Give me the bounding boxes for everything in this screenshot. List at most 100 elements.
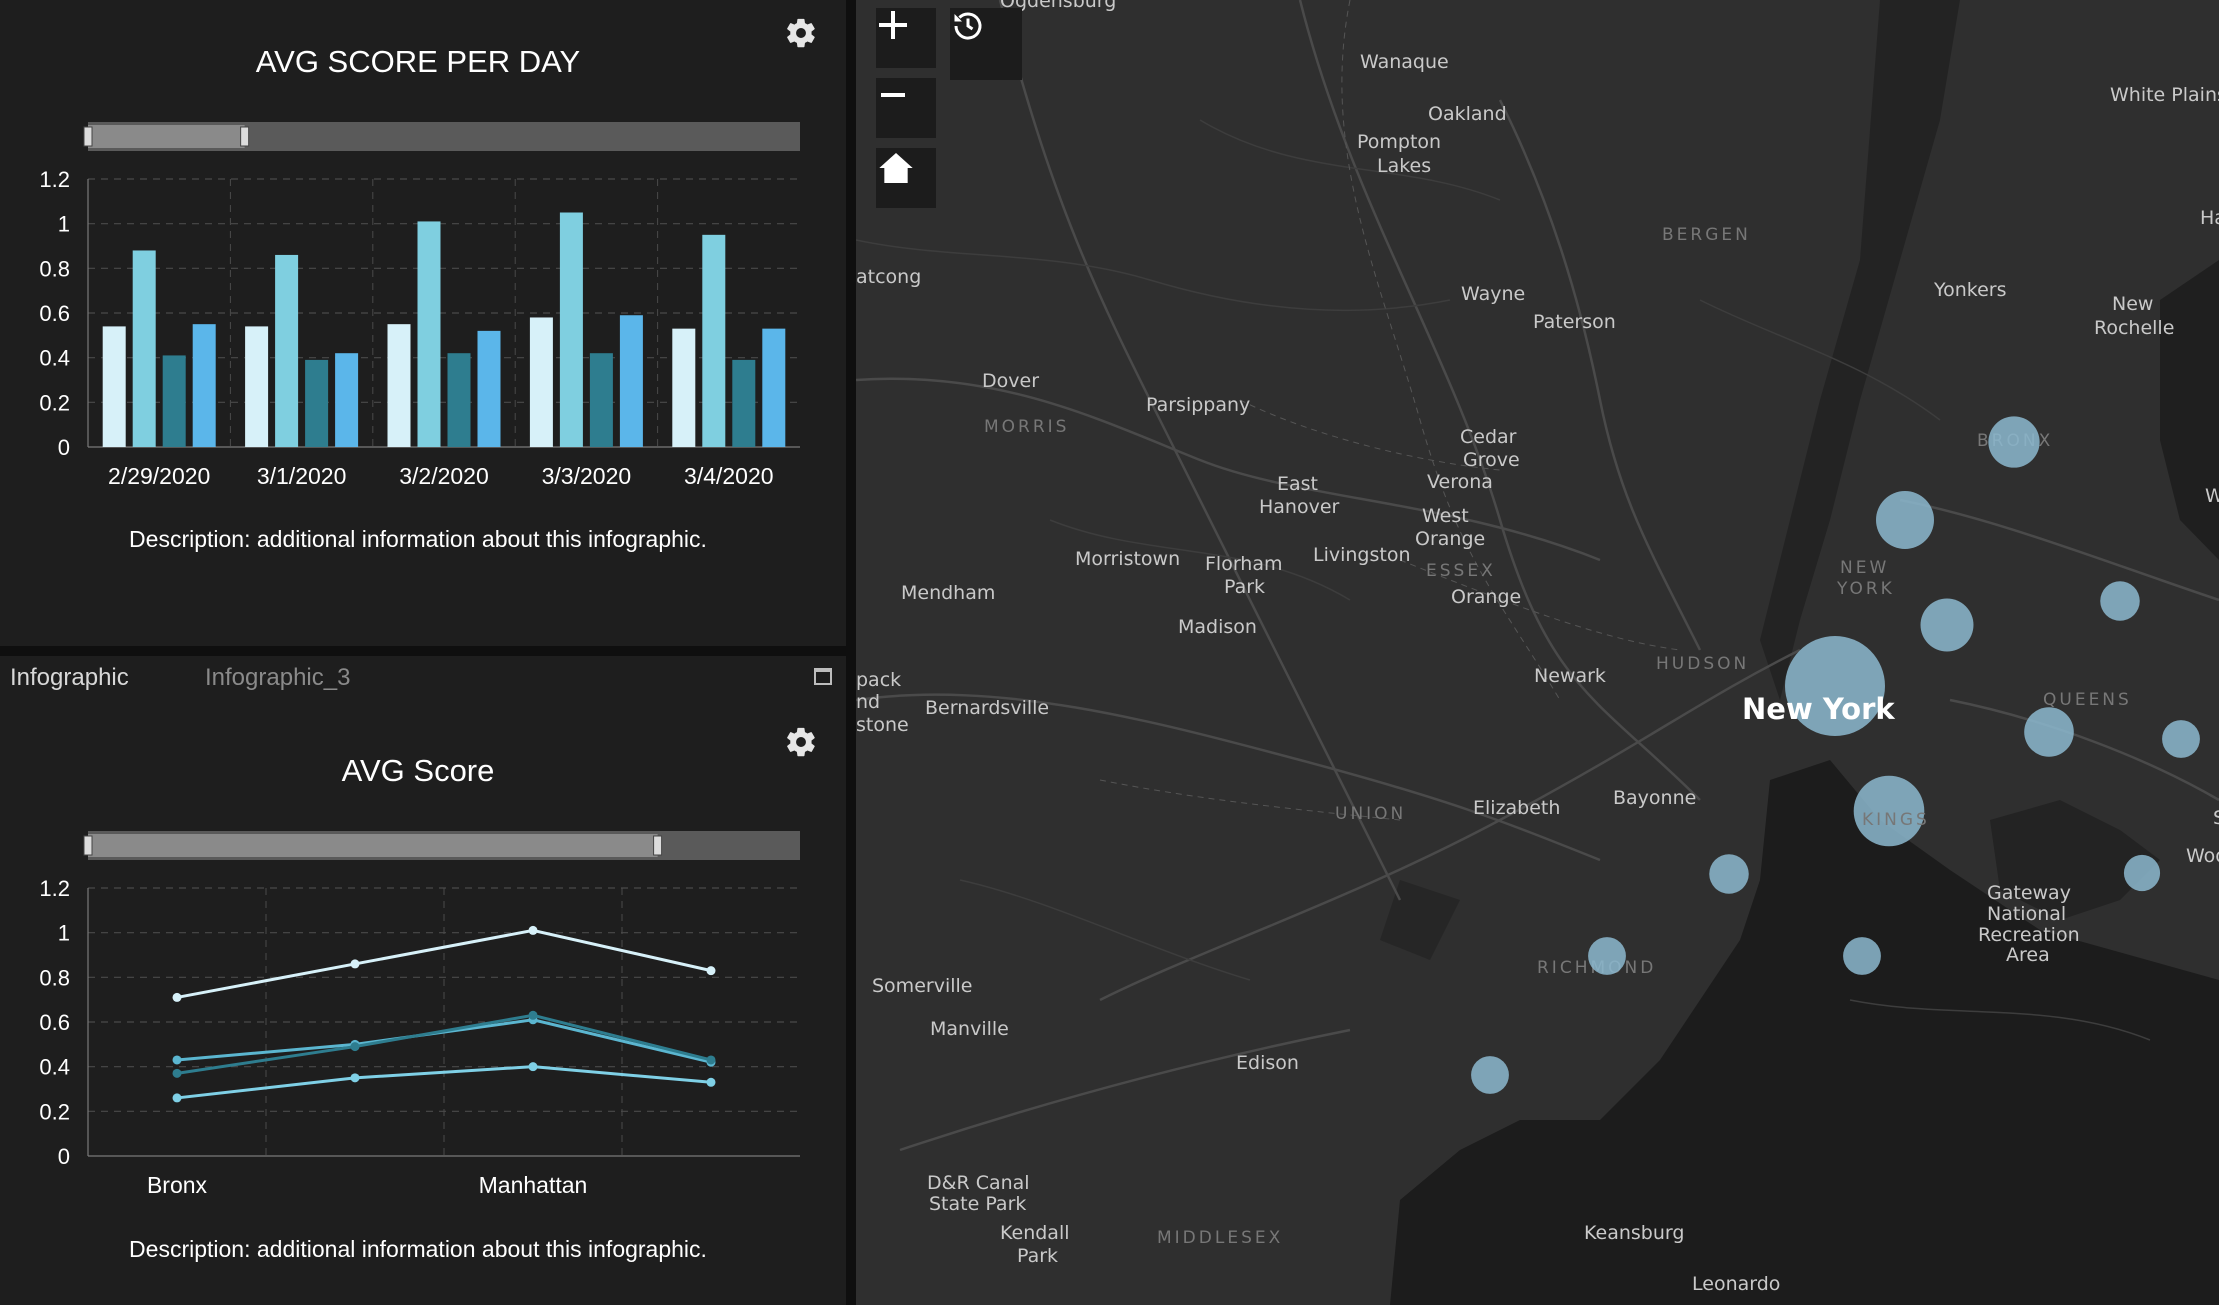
line-chart: 0 0.2 0.4 0.6 0.8 1 1.2 Bronx Manhattan	[39, 831, 800, 1198]
map-label-oakland: Oakland	[1428, 103, 1507, 125]
map-label-hudson: HUDSON	[1656, 654, 1749, 674]
map-label-national: National	[1987, 903, 2066, 925]
map-label-grove: Grove	[1463, 449, 1520, 471]
range-slider-handle[interactable]	[653, 835, 663, 856]
home-icon	[879, 153, 913, 183]
map-bubble[interactable]	[2123, 854, 2161, 892]
data-point[interactable]	[350, 959, 360, 969]
map-label-new: New	[2112, 293, 2153, 315]
y-tick-label: 0	[58, 1144, 70, 1169]
panel-splitter[interactable]	[846, 0, 856, 1305]
map-label-paterson: Paterson	[1533, 311, 1616, 333]
map-label-middlesex: MIDDLESEX	[1157, 1228, 1283, 1248]
series-line[interactable]	[176, 1065, 712, 1100]
data-point[interactable]	[350, 1042, 360, 1052]
home-button[interactable]	[876, 148, 936, 208]
minus-icon	[881, 93, 905, 97]
plus-icon	[879, 11, 907, 39]
map-label-east: East	[1277, 473, 1318, 495]
map-label-gateway: Gateway	[1987, 882, 2071, 904]
map-label-area: Area	[2006, 944, 2050, 966]
map-bubble[interactable]	[2162, 720, 2200, 758]
map-label-morristown: Morristown	[1075, 548, 1180, 570]
map-bubble[interactable]	[1471, 1056, 1509, 1094]
data-point[interactable]	[528, 925, 538, 935]
map-label-w: W	[2205, 485, 2219, 507]
map-label-new-york: New York	[1742, 692, 1895, 726]
data-point[interactable]	[350, 1073, 360, 1083]
map-bubble[interactable]	[1709, 854, 1749, 894]
y-tick-label: 0.2	[39, 1099, 70, 1124]
map-label-madison: Madison	[1178, 616, 1257, 638]
map-view[interactable]: Ogdensburg Wanaque Oakland Pompton Lakes…	[856, 0, 2219, 1305]
map-label-stone: stone	[856, 714, 909, 736]
range-slider-handle[interactable]	[83, 835, 93, 856]
y-tick-label: 0.4	[39, 1055, 70, 1080]
basemap[interactable]: Ogdensburg Wanaque Oakland Pompton Lakes…	[856, 0, 2219, 1305]
map-label-essex: ESSEX	[1426, 561, 1496, 581]
history-icon	[954, 12, 982, 40]
map-label-s: S	[2213, 807, 2219, 829]
chart-description: Description: additional information abou…	[129, 1236, 707, 1262]
map-bubble[interactable]	[1588, 937, 1626, 975]
map-label-lakes: Lakes	[1377, 155, 1431, 177]
history-button[interactable]	[950, 8, 1022, 80]
map-label-edison: Edison	[1236, 1052, 1299, 1074]
map-label-morris: MORRIS	[984, 417, 1069, 437]
data-point[interactable]	[172, 1068, 182, 1078]
zoom-out-button[interactable]	[876, 78, 936, 138]
data-point[interactable]	[172, 1093, 182, 1103]
map-label-hanover: Hanover	[1259, 496, 1340, 518]
map-label-pack: pack	[856, 669, 901, 691]
map-label-verona: Verona	[1427, 471, 1493, 493]
map-label-orange-w: Orange	[1415, 528, 1485, 550]
bottom-chart-panel: Infographic Infographic_3 AVG Score 0 0.2…	[0, 656, 846, 1305]
map-bubble[interactable]	[1920, 598, 1974, 652]
zoom-in-button[interactable]	[876, 8, 936, 68]
range-slider-selection[interactable]	[88, 834, 658, 857]
map-label-white-plains: White Plains	[2110, 84, 2219, 106]
map-label-livingston: Livingston	[1313, 544, 1411, 566]
map-label-wayne: Wayne	[1461, 283, 1525, 305]
map-label-queens: QUEENS	[2043, 690, 2132, 710]
map-label-leonardo: Leonardo	[1692, 1273, 1780, 1295]
map-label-state-park: State Park	[929, 1193, 1026, 1215]
map-label-nd: nd	[856, 691, 880, 713]
map-label-orange: Orange	[1451, 586, 1521, 608]
data-point[interactable]	[528, 1010, 538, 1020]
map-label-kings: KINGS	[1862, 810, 1930, 830]
data-point[interactable]	[706, 1055, 716, 1065]
y-tick-label: 0.6	[39, 1010, 70, 1035]
map-label-west: West	[1422, 505, 1469, 527]
x-tick-label: Bronx	[147, 1172, 208, 1198]
map-bubble[interactable]	[1876, 491, 1934, 549]
app-root: AVG SCORE PER DAY 0 0.2 0.4 0.6 0.8 1 1.2 2/29/…	[0, 0, 2219, 1305]
map-label-recreation: Recreation	[1978, 924, 2080, 946]
map-label-bayonne: Bayonne	[1613, 787, 1696, 809]
map-label-rochelle: Rochelle	[2094, 317, 2174, 339]
data-point[interactable]	[528, 1062, 538, 1072]
y-tick-label: 1.2	[39, 876, 70, 901]
data-point[interactable]	[706, 1077, 716, 1087]
data-point[interactable]	[172, 1055, 182, 1065]
map-bubble[interactable]	[2024, 707, 2074, 757]
map-label-atcong: atcong	[856, 266, 921, 288]
map-label-newark: Newark	[1534, 665, 1606, 687]
map-label-elizabeth: Elizabeth	[1473, 797, 1560, 819]
map-bubble[interactable]	[2100, 581, 2140, 621]
y-tick-label: 0.8	[39, 965, 70, 990]
map-label-park: Park	[1224, 576, 1265, 598]
map-bubble[interactable]	[1843, 937, 1881, 975]
map-bubble[interactable]	[1988, 416, 2040, 468]
data-point[interactable]	[172, 992, 182, 1002]
data-point[interactable]	[706, 966, 716, 976]
map-label-bernardsville: Bernardsville	[925, 697, 1049, 719]
map-label-yonkers: Yonkers	[1933, 279, 2006, 301]
map-label-keansburg: Keansburg	[1584, 1222, 1684, 1244]
map-label-parsippany: Parsippany	[1146, 394, 1250, 416]
map-label-new-york-county-1: NEW	[1840, 558, 1889, 578]
map-label-somerville: Somerville	[872, 975, 972, 997]
y-tick-label: 1	[58, 921, 70, 946]
map-label-dr-canal: D&R Canal	[927, 1172, 1030, 1194]
map-label-union: UNION	[1335, 804, 1406, 824]
